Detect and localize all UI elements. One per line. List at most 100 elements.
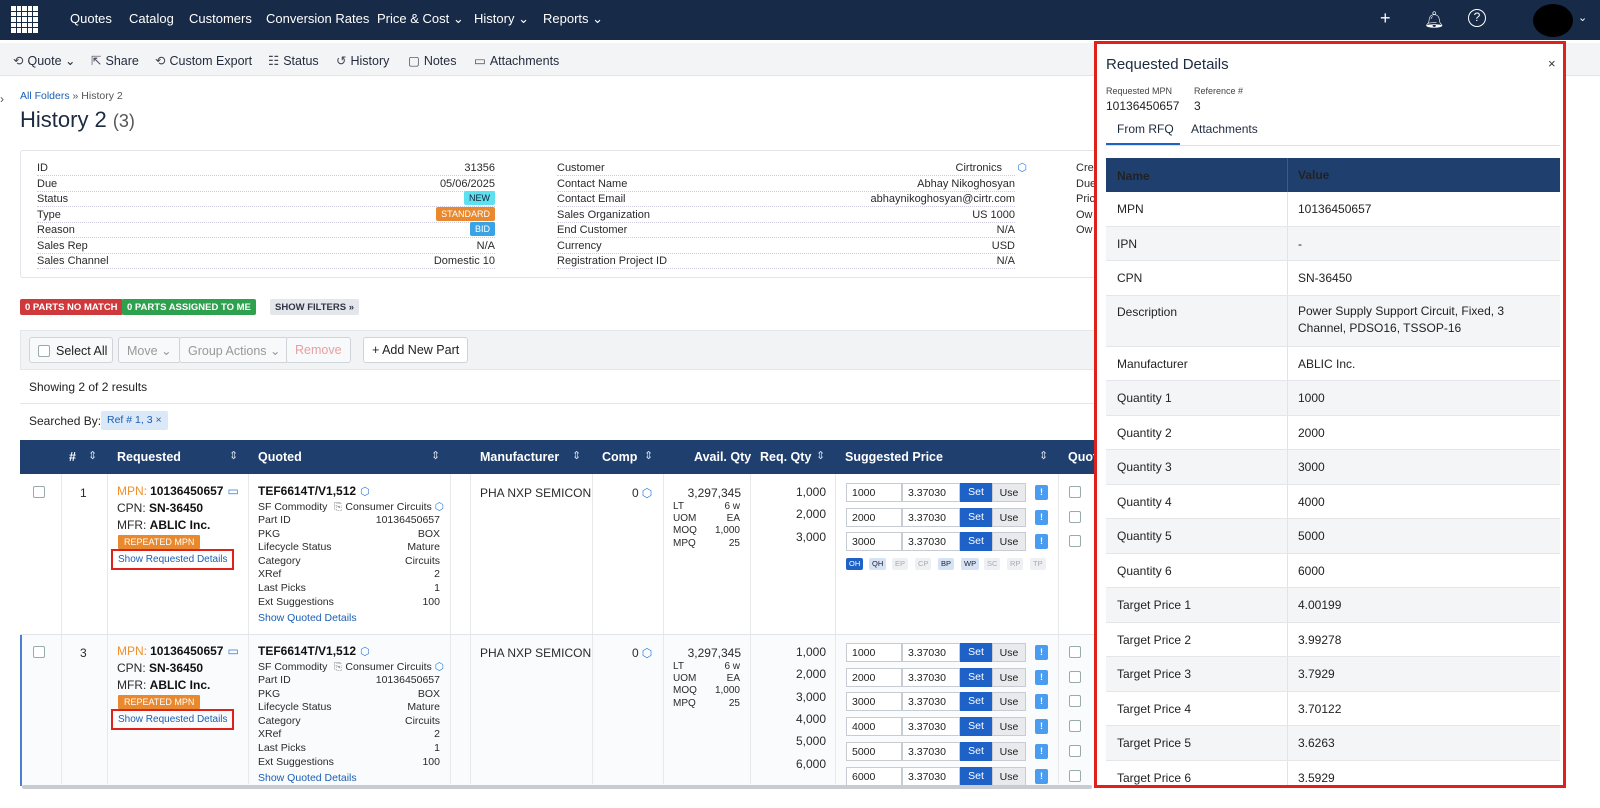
sort-icon[interactable]: ⇕	[431, 449, 440, 462]
cube-icon[interactable]: ⬡	[435, 661, 444, 673]
set-price-button[interactable]: Set	[960, 507, 992, 527]
price-alert-button[interactable]: !	[1035, 645, 1048, 660]
quote-row-checkbox[interactable]	[1069, 486, 1081, 498]
col-quoted-price[interactable]: Quot	[1068, 450, 1097, 464]
attachments-button[interactable]: ▭ Attachments	[474, 53, 559, 68]
horizontal-scrollbar[interactable]	[22, 785, 1092, 789]
set-price-button[interactable]: Set	[960, 532, 992, 552]
sort-icon[interactable]: ⇕	[1039, 449, 1048, 462]
price-alert-button[interactable]: !	[1035, 669, 1048, 685]
price-value-input[interactable]: 3.37030	[902, 667, 960, 687]
nav-conversion-rates[interactable]: Conversion Rates	[266, 11, 369, 26]
price-source-tag[interactable]: SC	[984, 558, 1001, 570]
quote-row-checkbox[interactable]	[1069, 695, 1081, 708]
close-icon[interactable]: ×	[155, 414, 161, 426]
cube-icon[interactable]: ⬡	[360, 646, 370, 658]
quote-row-checkbox[interactable]	[1069, 720, 1081, 733]
set-price-button[interactable]: Set	[960, 667, 992, 687]
quoted-part[interactable]: TEF6614T/V1,512 ⬡	[258, 484, 370, 498]
help-icon[interactable]: ?	[1468, 9, 1486, 27]
col-suggested-price[interactable]: Suggested Price	[845, 450, 943, 464]
use-price-button[interactable]: Use	[992, 507, 1026, 527]
price-alert-button[interactable]: !	[1035, 719, 1048, 735]
price-value-input[interactable]: 3.37030	[902, 643, 960, 662]
price-qty-input[interactable]: 2000	[846, 667, 902, 687]
col-quoted[interactable]: Quoted	[258, 450, 302, 464]
close-icon[interactable]: ×	[1548, 56, 1556, 71]
folder-icon[interactable]: ▭	[227, 484, 238, 498]
price-alert-button[interactable]: !	[1035, 743, 1048, 759]
price-alert-button[interactable]: !	[1035, 485, 1048, 500]
price-source-tag[interactable]: TP	[1030, 558, 1046, 570]
nav-history[interactable]: History ⌄	[474, 11, 529, 27]
use-price-button[interactable]: Use	[992, 692, 1026, 712]
share-button[interactable]: ⇱ Share	[91, 53, 139, 68]
col-comp[interactable]: Comp	[602, 450, 637, 464]
select-all-checkbox[interactable]	[38, 345, 50, 357]
sort-icon[interactable]: ⇕	[644, 449, 653, 462]
use-price-button[interactable]: Use	[992, 667, 1026, 687]
use-price-button[interactable]: Use	[992, 766, 1026, 786]
set-price-button[interactable]: Set	[960, 766, 992, 786]
col-manufacturer[interactable]: Manufacturer	[480, 450, 559, 464]
tab-from-rfq[interactable]: From RFQ	[1117, 122, 1174, 136]
status-button[interactable]: ☷ Status	[268, 53, 319, 68]
quote-row-checkbox[interactable]	[1069, 535, 1081, 548]
sort-icon[interactable]: ⇕	[572, 449, 581, 462]
nav-catalog[interactable]: Catalog	[129, 11, 174, 26]
quote-menu-button[interactable]: ⟲ Quote ⌄	[13, 53, 76, 68]
price-alert-button[interactable]: !	[1035, 534, 1048, 550]
price-qty-input[interactable]: 1000	[846, 483, 902, 502]
bell-icon[interactable]: 🔔︎	[1424, 10, 1444, 30]
nav-reports[interactable]: Reports ⌄	[543, 11, 603, 27]
price-qty-input[interactable]: 6000	[846, 766, 902, 786]
price-value-input[interactable]: 3.37030	[902, 507, 960, 527]
cube-icon[interactable]: ⬡	[435, 501, 444, 513]
sort-icon[interactable]: ⇕	[229, 449, 238, 462]
quote-row-checkbox[interactable]	[1069, 646, 1081, 658]
price-source-tag[interactable]: BP	[938, 558, 955, 570]
use-price-button[interactable]: Use	[992, 643, 1026, 662]
show-requested-details-link[interactable]: Show Requested Details	[118, 714, 228, 725]
history-button[interactable]: ↺ History	[336, 53, 389, 68]
price-qty-input[interactable]: 5000	[846, 741, 902, 761]
price-source-tag[interactable]: QH	[869, 558, 887, 570]
col-requested[interactable]: Requested	[117, 450, 181, 464]
show-quoted-details-link[interactable]: Show Quoted Details	[258, 772, 357, 784]
add-new-part-button[interactable]: + Add New Part	[363, 337, 469, 363]
price-value-input[interactable]: 3.37030	[902, 717, 960, 737]
app-grid-logo[interactable]	[11, 6, 38, 33]
folder-icon[interactable]: ▭	[227, 644, 238, 658]
quote-row-checkbox[interactable]	[1069, 744, 1081, 757]
quoted-part[interactable]: TEF6614T/V1,512 ⬡	[258, 644, 370, 658]
price-alert-button[interactable]: !	[1035, 768, 1048, 784]
price-source-tag[interactable]: RP	[1007, 558, 1024, 570]
parts-assigned-badge[interactable]: 0 PARTS ASSIGNED TO ME	[122, 299, 256, 315]
price-value-input[interactable]: 3.37030	[902, 766, 960, 786]
search-chip[interactable]: Ref # 1, 3 ×	[101, 411, 168, 430]
price-qty-input[interactable]: 3000	[846, 692, 902, 712]
price-value-input[interactable]: 3.37030	[902, 483, 960, 502]
set-price-button[interactable]: Set	[960, 483, 992, 502]
sort-icon[interactable]: ⇕	[88, 449, 97, 462]
sort-icon[interactable]: ⇕	[816, 449, 825, 462]
price-qty-input[interactable]: 3000	[846, 532, 902, 552]
avatar[interactable]	[1533, 4, 1573, 37]
use-price-button[interactable]: Use	[992, 483, 1026, 502]
parts-no-match-badge[interactable]: 0 PARTS NO MATCH	[20, 299, 123, 315]
price-value-input[interactable]: 3.37030	[902, 692, 960, 712]
remove-button[interactable]: Remove	[286, 337, 351, 363]
col-avail-qty[interactable]: Avail. Qty	[694, 450, 751, 464]
chevron-down-icon[interactable]: ⌄	[1578, 11, 1587, 24]
use-price-button[interactable]: Use	[992, 717, 1026, 737]
select-all-button[interactable]: Select All	[29, 337, 113, 363]
plus-icon[interactable]: +	[1380, 8, 1391, 29]
set-price-button[interactable]: Set	[960, 692, 992, 712]
sidebar-toggle-icon[interactable]: ›	[0, 92, 4, 106]
row-checkbox[interactable]	[33, 486, 45, 498]
tab-attachments[interactable]: Attachments	[1191, 122, 1258, 136]
use-price-button[interactable]: Use	[992, 532, 1026, 552]
price-qty-input[interactable]: 2000	[846, 507, 902, 527]
col-req-qty[interactable]: Req. Qty	[760, 450, 811, 464]
cube-icon[interactable]: ⬡	[642, 486, 652, 500]
